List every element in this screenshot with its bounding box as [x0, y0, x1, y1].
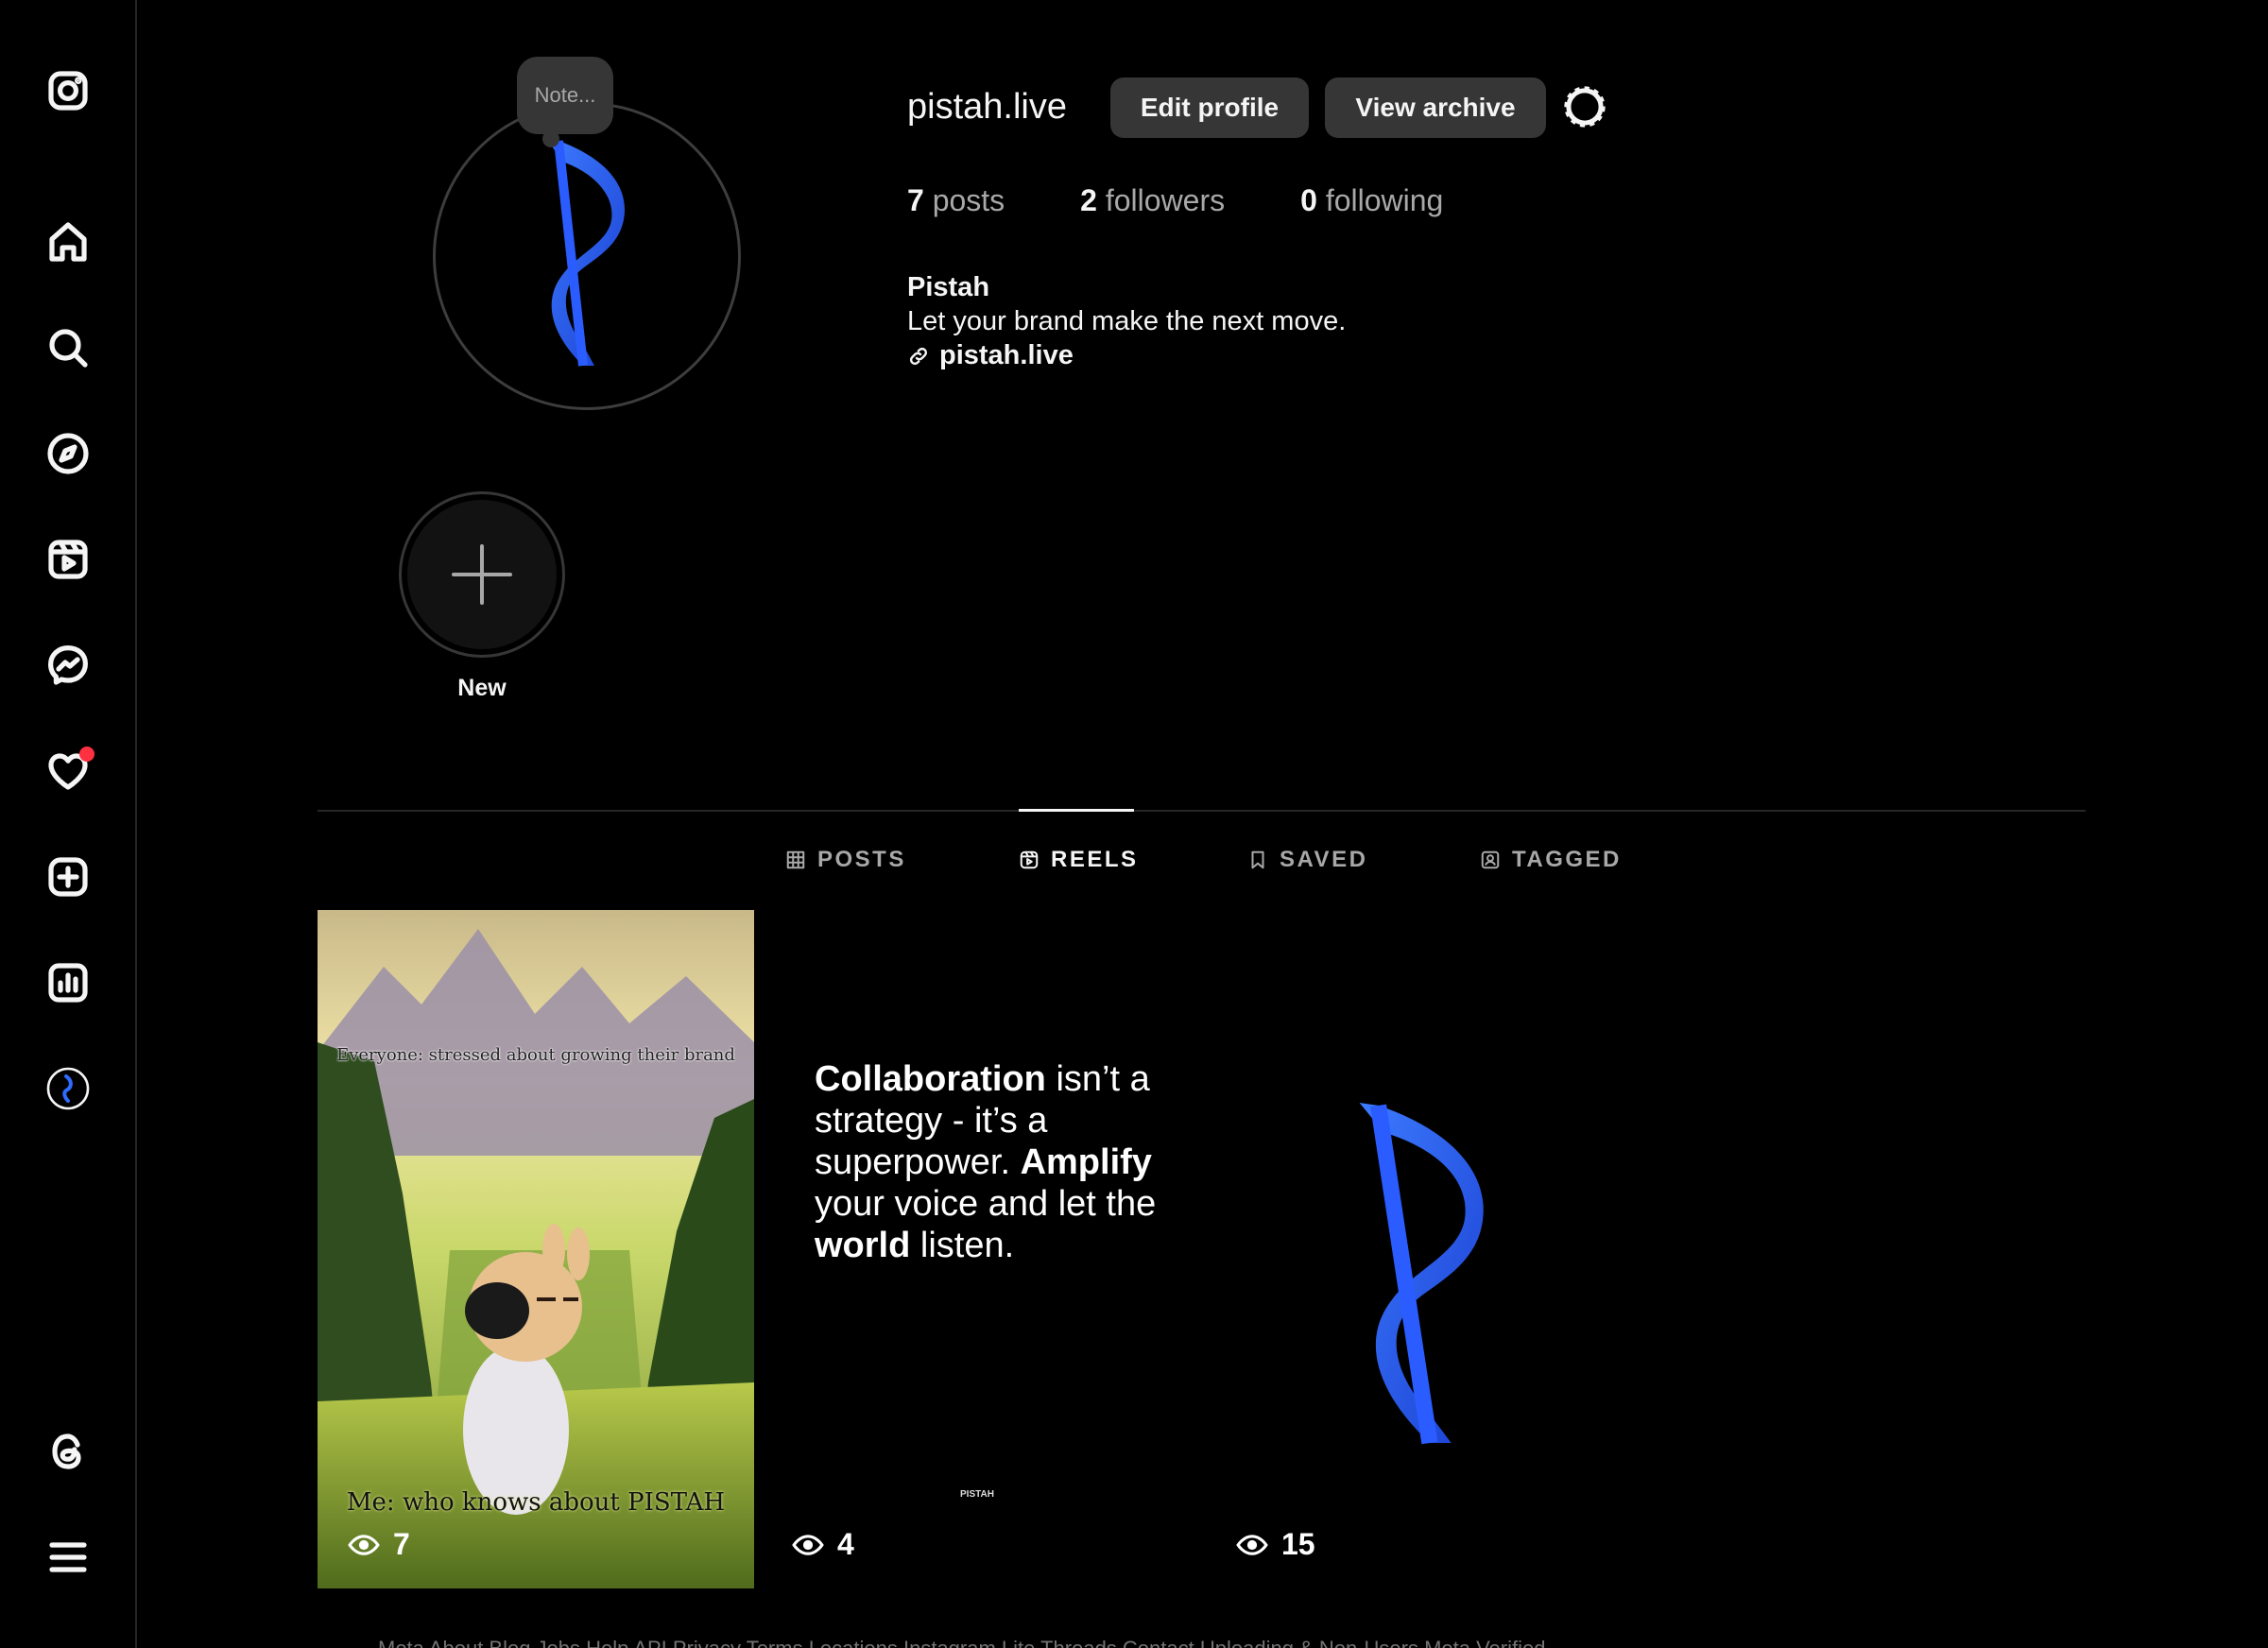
tab-posts[interactable]: POSTS [785, 847, 906, 873]
tab-reels[interactable]: REELS [1019, 847, 1139, 873]
views-eye-icon [792, 1534, 824, 1555]
messenger-icon[interactable] [42, 639, 94, 692]
reels-icon[interactable] [42, 533, 94, 586]
reel-view-count: 7 [348, 1527, 410, 1562]
reels-tab-icon [1020, 850, 1039, 869]
new-highlight-label: New [457, 675, 507, 701]
profile-stats: 7 posts 2 followers 0 following [907, 183, 1443, 218]
tagged-user-icon [1481, 850, 1500, 869]
views-eye-icon [348, 1534, 380, 1555]
reel-brand-mark: PISTAH [960, 1489, 994, 1500]
profile-website-link[interactable]: pistah.live [907, 340, 1074, 371]
posts-stat[interactable]: 7 posts [907, 183, 1005, 218]
settings-gear-icon[interactable] [1561, 83, 1608, 130]
plus-icon [452, 544, 512, 605]
following-stat[interactable]: 0 following [1300, 183, 1443, 218]
explore-icon[interactable] [42, 427, 94, 480]
profile-bio: Let your brand make the next move. [907, 306, 1347, 336]
notification-dot [79, 747, 94, 762]
search-icon[interactable] [42, 321, 94, 374]
new-highlight-button[interactable] [399, 491, 565, 658]
insights-icon[interactable] [42, 956, 94, 1009]
reel-item[interactable]: Everyone: stressed about growing their b… [318, 910, 754, 1588]
pistah-logo-icon [547, 139, 626, 367]
view-archive-button[interactable]: View archive [1325, 77, 1546, 138]
tab-saved[interactable]: SAVED [1247, 847, 1367, 873]
menu-icon[interactable] [42, 1531, 94, 1584]
sidebar [0, 0, 137, 1648]
note-bubble[interactable]: Note... [517, 57, 613, 134]
profile-full-name: Pistah [907, 272, 990, 302]
reel-view-count: 4 [792, 1527, 854, 1562]
instagram-logo-icon[interactable] [42, 64, 94, 117]
create-icon[interactable] [42, 850, 94, 903]
notifications-heart-icon[interactable] [42, 745, 94, 798]
grid-icon [786, 850, 805, 869]
followers-stat[interactable]: 2 followers [1080, 183, 1225, 218]
reel-quote-text: Collaboration isn’t a strategy - it’s a … [815, 1059, 1157, 1265]
profile-avatar-icon[interactable] [42, 1062, 94, 1115]
edit-profile-button[interactable]: Edit profile [1110, 77, 1309, 138]
reel-caption-bottom: Me: who knows about PISTAH [346, 1488, 726, 1517]
threads-icon[interactable] [42, 1425, 94, 1478]
profile-avatar[interactable] [433, 102, 741, 410]
home-icon[interactable] [42, 215, 94, 268]
reel-thumbnail-landscape [318, 910, 754, 1588]
active-tab-indicator [1019, 809, 1134, 812]
reel-view-count: 15 [1236, 1527, 1315, 1562]
tabs-divider [318, 810, 2086, 812]
reel-item[interactable]: 15 [1206, 910, 1642, 1588]
footer-links[interactable]: Meta About Blog Jobs Help API Privacy Te… [378, 1637, 1545, 1648]
tab-tagged[interactable]: TAGGED [1480, 847, 1622, 873]
views-eye-icon [1236, 1534, 1268, 1555]
bookmark-icon [1251, 850, 1264, 869]
website-link-text[interactable]: pistah.live [939, 340, 1074, 371]
pistah-logo-icon [1359, 1103, 1484, 1445]
profile-username: pistah.live [907, 87, 1067, 127]
link-icon [909, 347, 928, 365]
reel-caption-top: Everyone: stressed about growing their b… [336, 1045, 735, 1065]
